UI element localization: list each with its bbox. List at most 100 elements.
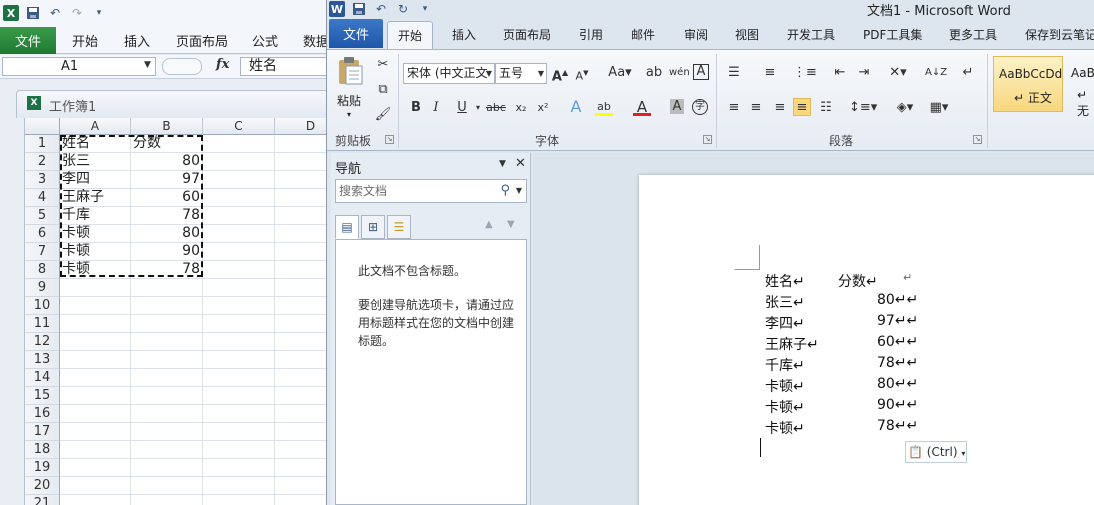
- empty-cell[interactable]: [60, 387, 131, 405]
- row-header[interactable]: 17: [25, 423, 60, 441]
- empty-cell[interactable]: [275, 351, 330, 369]
- empty-cell[interactable]: [275, 441, 330, 459]
- row-header[interactable]: 3: [25, 171, 60, 189]
- empty-cell[interactable]: [203, 387, 275, 405]
- empty-cell[interactable]: [131, 315, 203, 333]
- word-tab-view[interactable]: 视图: [735, 26, 759, 43]
- empty-cell[interactable]: [60, 459, 131, 477]
- browse-results-tab[interactable]: ☰: [387, 215, 411, 239]
- cell-score[interactable]: 80: [131, 153, 203, 171]
- character-border-icon[interactable]: A: [693, 64, 709, 80]
- cut-icon[interactable]: ✂: [374, 56, 392, 74]
- word-tab-developer[interactable]: 开发工具: [787, 26, 835, 43]
- word-tab-insert[interactable]: 插入: [452, 26, 476, 43]
- empty-cell[interactable]: [203, 423, 275, 441]
- empty-cell[interactable]: [131, 279, 203, 297]
- empty-cell[interactable]: [275, 279, 330, 297]
- font-name-dropdown-icon[interactable]: ▼: [486, 64, 492, 83]
- style-normal[interactable]: AaBbCcDd ↵ 正文: [993, 56, 1063, 112]
- empty-cell[interactable]: [275, 495, 330, 505]
- row-header[interactable]: 6: [25, 225, 60, 243]
- row-header[interactable]: 8: [25, 261, 60, 279]
- excel-app-icon[interactable]: X: [3, 5, 19, 21]
- word-tab-pdf-tools[interactable]: PDF工具集: [863, 26, 922, 43]
- word-tab-more-tools[interactable]: 更多工具: [949, 26, 997, 43]
- row-header[interactable]: 16: [25, 405, 60, 423]
- empty-cell[interactable]: [275, 369, 330, 387]
- empty-cell[interactable]: [131, 387, 203, 405]
- cell-name[interactable]: 卡顿: [60, 243, 131, 261]
- paste-button[interactable]: 粘贴: [337, 92, 361, 109]
- enclose-characters-icon[interactable]: 字: [692, 99, 708, 115]
- name-box[interactable]: A1: [2, 57, 156, 76]
- cell-name[interactable]: 卡顿: [60, 225, 131, 243]
- grow-font-icon[interactable]: A▲: [551, 64, 569, 84]
- empty-cell[interactable]: [60, 297, 131, 315]
- empty-cell[interactable]: [203, 369, 275, 387]
- empty-cell[interactable]: [275, 297, 330, 315]
- empty-cell[interactable]: [60, 495, 131, 505]
- row-header[interactable]: 12: [25, 333, 60, 351]
- empty-cell[interactable]: [275, 135, 330, 153]
- subscript-icon[interactable]: x₂: [512, 99, 530, 117]
- empty-cell[interactable]: [275, 171, 330, 189]
- empty-cell[interactable]: [203, 477, 275, 495]
- empty-cell[interactable]: [131, 441, 203, 459]
- cell-score[interactable]: 78: [131, 261, 203, 279]
- empty-cell[interactable]: [203, 441, 275, 459]
- empty-cell[interactable]: [203, 297, 275, 315]
- paste-dropdown-icon[interactable]: ▾: [347, 110, 351, 119]
- repeat-icon[interactable]: ↻: [395, 1, 411, 17]
- empty-cell[interactable]: [203, 495, 275, 505]
- column-header-d[interactable]: D: [275, 118, 330, 135]
- cell-score[interactable]: 60: [131, 189, 203, 207]
- row-header[interactable]: 20: [25, 477, 60, 495]
- empty-cell[interactable]: [203, 351, 275, 369]
- phonetic-guide-icon[interactable]: wén: [669, 64, 690, 82]
- italic-icon[interactable]: I: [427, 99, 445, 117]
- word-tab-references[interactable]: 引用: [579, 26, 603, 43]
- insert-function-icon[interactable]: fx: [216, 57, 229, 72]
- chinese-layout-icon[interactable]: ✕▾: [889, 64, 907, 82]
- save-icon[interactable]: [351, 1, 367, 17]
- empty-cell[interactable]: [203, 459, 275, 477]
- shrink-font-icon[interactable]: A▼: [573, 64, 591, 83]
- next-arrow-icon[interactable]: ▼: [507, 219, 515, 230]
- row-header[interactable]: 9: [25, 279, 60, 297]
- cell-score[interactable]: 分数: [131, 135, 203, 153]
- empty-cell[interactable]: [131, 405, 203, 423]
- row-header[interactable]: 1: [25, 135, 60, 153]
- row-header[interactable]: 7: [25, 243, 60, 261]
- cell-score[interactable]: 78: [131, 207, 203, 225]
- column-header-c[interactable]: C: [203, 118, 275, 135]
- empty-cell[interactable]: [60, 369, 131, 387]
- word-tab-save-to-cloud-notes[interactable]: 保存到云笔记: [1025, 26, 1094, 43]
- row-header[interactable]: 13: [25, 351, 60, 369]
- paste-icon[interactable]: [337, 56, 365, 86]
- font-color-icon[interactable]: A: [633, 98, 651, 116]
- borders-icon[interactable]: ▦▾: [925, 99, 953, 117]
- superscript-icon[interactable]: x²: [534, 99, 552, 117]
- search-options-dropdown-icon[interactable]: ▼: [516, 180, 522, 202]
- redo-icon[interactable]: ↷: [69, 5, 85, 21]
- style-no-spacing[interactable]: AaBb ↵ 无: [1067, 56, 1094, 118]
- empty-cell[interactable]: [275, 315, 330, 333]
- paragraph-launcher-icon[interactable]: ↘: [973, 135, 982, 144]
- row-header[interactable]: 4: [25, 189, 60, 207]
- empty-cell[interactable]: [60, 279, 131, 297]
- cell-name[interactable]: 千库: [60, 207, 131, 225]
- empty-cell[interactable]: [275, 405, 330, 423]
- align-center-icon[interactable]: ≡: [747, 99, 765, 117]
- cell-name[interactable]: 张三: [60, 153, 131, 171]
- empty-cell[interactable]: [131, 351, 203, 369]
- empty-cell[interactable]: [275, 333, 330, 351]
- empty-cell[interactable]: [131, 333, 203, 351]
- empty-cell[interactable]: [203, 405, 275, 423]
- show-marks-icon[interactable]: ↵: [959, 64, 977, 82]
- character-shading-icon[interactable]: A: [670, 99, 684, 114]
- word-tab-page-layout[interactable]: 页面布局: [503, 26, 551, 43]
- highlight-icon[interactable]: ab: [595, 98, 613, 116]
- previous-arrow-icon[interactable]: ▲: [485, 219, 493, 230]
- align-right-icon[interactable]: ≡: [771, 99, 789, 117]
- word-tab-home[interactable]: 开始: [387, 21, 434, 50]
